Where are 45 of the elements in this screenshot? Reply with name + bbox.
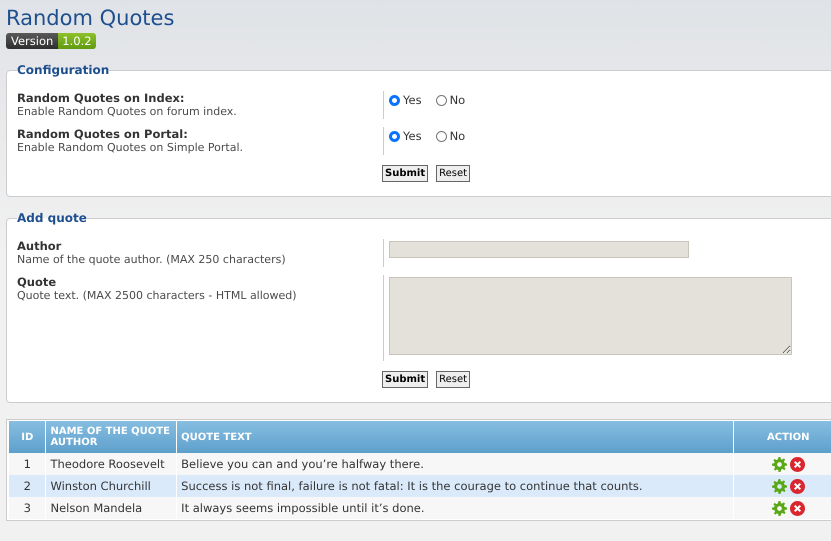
setting-description: Enable Random Quotes on forum index. — [17, 105, 238, 118]
version-label: Version — [6, 33, 58, 49]
gear-icon[interactable] — [772, 456, 787, 472]
field-label: Author — [17, 239, 62, 253]
setting-description: Enable Random Quotes on Simple Portal. — [17, 141, 244, 154]
radio-label: Yes — [403, 93, 422, 107]
field-description: Name of the quote author. (MAX 250 characters) — [17, 253, 287, 266]
radio-label: Yes — [403, 129, 422, 143]
table-cell-text: Success is not final, failure is not fatal: It is the courage to continue that counts. — [180, 478, 644, 495]
submit-button[interactable]: Submit — [382, 165, 428, 182]
radio-label: No — [450, 93, 466, 107]
table-cell-text: It always seems impossible until it’s done. — [180, 500, 426, 517]
section-title: Configuration — [17, 63, 110, 77]
table-cell-text: Theodore Roosevelt — [49, 456, 166, 473]
version-number: 1.0.2 — [58, 33, 96, 49]
setting-label: Random Quotes on Index: — [17, 91, 186, 105]
author-input[interactable] — [389, 241, 689, 258]
setting-label: Random Quotes on Portal: — [17, 127, 189, 141]
gear-icon[interactable] — [772, 500, 787, 516]
table-cell-text: 1 — [22, 456, 32, 473]
delete-icon[interactable] — [790, 478, 805, 494]
radio-button[interactable] — [436, 94, 447, 106]
section-title: Add quote — [17, 211, 87, 225]
radio-button[interactable] — [436, 130, 447, 142]
field-description: Quote text. (MAX 2500 characters - HTML allowed) — [17, 289, 298, 302]
gear-icon[interactable] — [772, 478, 787, 494]
table-cell-text: Nelson Mandela — [49, 500, 144, 517]
delete-icon[interactable] — [790, 456, 805, 472]
reset-button[interactable]: Reset — [436, 371, 470, 388]
radio-button[interactable] — [389, 130, 400, 142]
table-cell-text: 2 — [22, 478, 32, 495]
delete-icon[interactable] — [790, 500, 805, 516]
radio-label: No — [450, 129, 466, 143]
radio-button[interactable] — [389, 94, 400, 106]
field-label: Quote — [17, 275, 58, 289]
page-title: Random Quotes — [6, 5, 176, 32]
table-cell-text: Winston Churchill — [49, 478, 152, 495]
table-cell-text: Believe you can and you’re halfway there. — [180, 456, 425, 473]
column-header: ACTION — [734, 421, 831, 453]
column-header: NAME OF THE QUOTE AUTHOR — [46, 421, 176, 453]
submit-button[interactable]: Submit — [382, 371, 428, 388]
reset-button[interactable]: Reset — [436, 165, 470, 182]
table-cell-text: 3 — [22, 500, 32, 517]
column-header: ID — [9, 421, 46, 453]
column-header: QUOTE TEXT — [177, 421, 733, 453]
